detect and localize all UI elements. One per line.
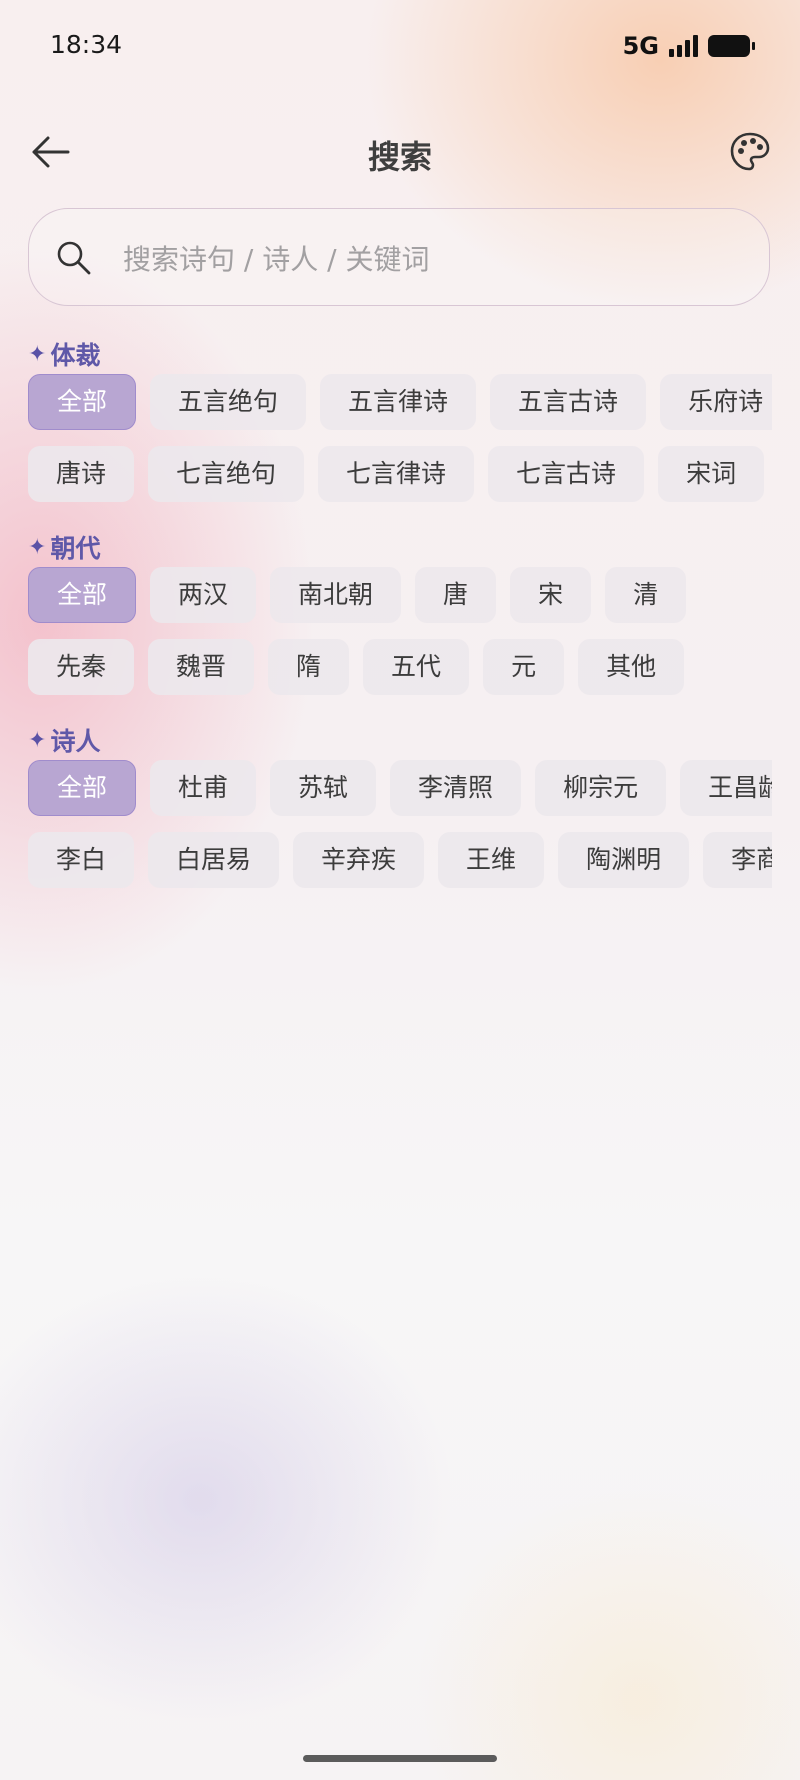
chip-dynasty[interactable]: 清 <box>605 567 687 623</box>
chip-dynasty[interactable]: 元 <box>483 639 565 695</box>
battery-icon <box>708 35 755 57</box>
signal-icon <box>669 35 698 57</box>
chip-poet[interactable]: 全部 <box>28 760 137 816</box>
search-box[interactable] <box>28 208 770 306</box>
search-input[interactable] <box>121 231 725 287</box>
chip-dynasty[interactable]: 宋 <box>510 567 592 623</box>
chip-poet[interactable]: 王维 <box>438 832 545 888</box>
section-title-poet: ✦ 诗人 <box>28 722 100 758</box>
chip-genre[interactable]: 宋词 <box>658 446 765 502</box>
section-title-dynasty: ✦ 朝代 <box>28 529 100 565</box>
poet-chips-row-1: 全部 杜甫 苏轼 李清照 柳宗元 王昌龄 <box>28 760 772 820</box>
dynasty-chips-row-2: 先秦 魏晋 隋 五代 元 其他 <box>28 639 772 699</box>
chip-poet[interactable]: 陶渊明 <box>558 832 690 888</box>
status-bar: 18:34 5G <box>0 0 800 90</box>
chip-genre[interactable]: 唐诗 <box>28 446 135 502</box>
section-title-label: 体裁 <box>50 341 101 370</box>
section-title-genre: ✦ 体裁 <box>28 336 100 372</box>
palette-icon <box>730 132 770 171</box>
search-icon <box>57 241 91 275</box>
chip-poet[interactable]: 辛弃疾 <box>293 832 425 888</box>
chip-dynasty[interactable]: 魏晋 <box>148 639 255 695</box>
chip-dynasty[interactable]: 隋 <box>268 639 350 695</box>
chip-dynasty[interactable]: 先秦 <box>28 639 135 695</box>
chip-genre[interactable]: 五言古诗 <box>490 374 647 430</box>
chip-poet[interactable]: 白居易 <box>148 832 280 888</box>
chip-poet[interactable]: 李清照 <box>390 760 522 816</box>
chip-poet[interactable]: 王昌龄 <box>680 760 772 816</box>
section-title-label: 朝代 <box>50 534 101 563</box>
chip-dynasty[interactable]: 全部 <box>28 567 137 623</box>
chip-poet[interactable]: 李商隐 <box>703 832 772 888</box>
chip-poet[interactable]: 苏轼 <box>270 760 377 816</box>
home-indicator[interactable] <box>303 1755 497 1762</box>
chip-genre[interactable]: 乐府诗 <box>660 374 772 430</box>
status-time: 18:34 <box>50 30 123 59</box>
chip-genre[interactable]: 七言古诗 <box>488 446 645 502</box>
network-label: 5G <box>622 32 659 60</box>
status-indicators: 5G <box>622 32 755 60</box>
app-header: 搜索 <box>0 120 800 184</box>
section-title-label: 诗人 <box>50 727 101 756</box>
sparkle-icon: ✦ <box>28 341 47 367</box>
theme-button[interactable] <box>728 130 772 174</box>
chip-dynasty[interactable]: 唐 <box>415 567 497 623</box>
genre-chips-row-2: 唐诗 七言绝句 七言律诗 七言古诗 宋词 <box>28 446 772 506</box>
chip-dynasty[interactable]: 南北朝 <box>270 567 402 623</box>
poet-chips-row-2: 李白 白居易 辛弃疾 王维 陶渊明 李商隐 <box>28 832 772 892</box>
chip-dynasty[interactable]: 两汉 <box>150 567 257 623</box>
sparkle-icon: ✦ <box>28 534 47 560</box>
chip-dynasty[interactable]: 其他 <box>578 639 685 695</box>
chip-dynasty[interactable]: 五代 <box>363 639 470 695</box>
chip-genre[interactable]: 五言绝句 <box>150 374 307 430</box>
chip-poet[interactable]: 李白 <box>28 832 135 888</box>
chip-genre[interactable]: 七言绝句 <box>148 446 305 502</box>
chip-genre[interactable]: 全部 <box>28 374 137 430</box>
chip-poet[interactable]: 柳宗元 <box>535 760 667 816</box>
chip-poet[interactable]: 杜甫 <box>150 760 257 816</box>
page-title: 搜索 <box>367 138 432 176</box>
chip-genre[interactable]: 七言律诗 <box>318 446 475 502</box>
chip-genre[interactable]: 五言律诗 <box>320 374 477 430</box>
genre-chips-row-1: 全部 五言绝句 五言律诗 五言古诗 乐府诗 <box>28 374 772 434</box>
dynasty-chips-row-1: 全部 两汉 南北朝 唐 宋 清 <box>28 567 772 627</box>
sparkle-icon: ✦ <box>28 727 47 753</box>
